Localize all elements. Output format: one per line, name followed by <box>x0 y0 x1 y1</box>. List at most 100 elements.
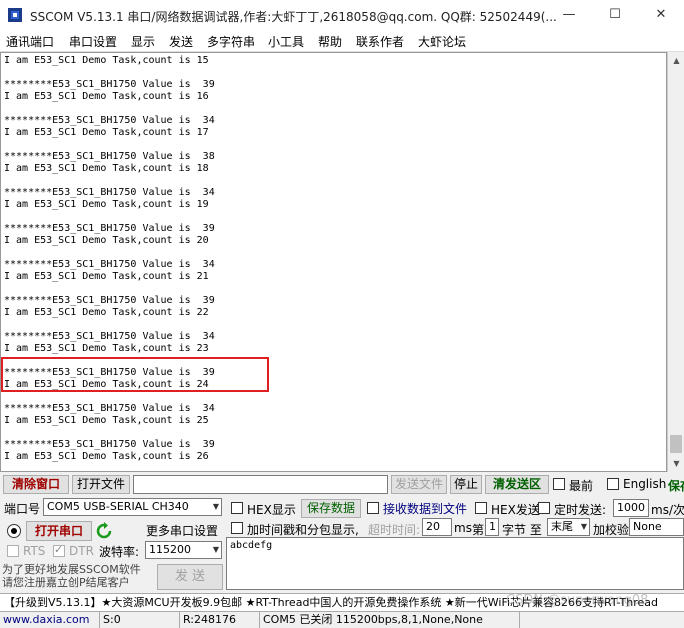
menu-port-settings[interactable]: 串口设置 <box>69 33 117 50</box>
file-path-input[interactable] <box>133 475 388 494</box>
menu-send[interactable]: 发送 <box>169 33 193 50</box>
receive-area[interactable]: I am E53_SC1 Demo Task,count is 15 ******… <box>0 52 667 472</box>
save-params-button[interactable]: 保存 <box>668 477 684 494</box>
terminal-line: ********E53_SC1_BH1750 Value is 34 <box>4 259 215 270</box>
terminal-line: I am E53_SC1 Demo Task,count is 20 <box>4 235 209 246</box>
scroll-thumb[interactable] <box>670 435 682 453</box>
recv-to-file-checkbox[interactable] <box>367 502 379 514</box>
send-button[interactable]: 发 送 <box>157 564 223 590</box>
timeout-input[interactable]: 20 <box>422 518 452 536</box>
stop-button[interactable]: 停止 <box>450 475 482 494</box>
send-textarea[interactable]: abcdefg <box>226 537 684 590</box>
timed-send-checkbox[interactable] <box>538 502 550 514</box>
port-select[interactable]: COM5 USB-SERIAL CH340 ▼ <box>43 498 222 516</box>
status-bar: www.daxia.com S:0 R:248176 COM5 已关闭 1152… <box>0 611 684 628</box>
terminal-line: ********E53_SC1_BH1750 Value is 39 <box>4 295 215 306</box>
dtr-label: DTR <box>69 544 94 558</box>
more-settings-link[interactable]: 更多串口设置 <box>146 522 218 539</box>
baud-select[interactable]: 115200 ▼ <box>145 541 222 559</box>
minimize-button[interactable]: — <box>546 0 592 30</box>
highlight-box <box>1 357 269 392</box>
save-data-button[interactable]: 保存数据 <box>301 499 361 518</box>
menu-help[interactable]: 帮助 <box>318 33 342 50</box>
ad-line-2: 请您注册嘉立创P结尾客户 <box>2 576 130 589</box>
open-port-button[interactable]: 打开串口 <box>26 521 92 541</box>
scroll-down-icon[interactable]: ▼ <box>668 455 684 472</box>
terminal-line: ********E53_SC1_BH1750 Value is 38 <box>4 151 215 162</box>
status-url-link[interactable]: www.daxia.com <box>0 612 100 628</box>
end-select-value: 末尾 <box>551 520 573 533</box>
terminal-line: ********E53_SC1_BH1750 Value is 39 <box>4 223 215 234</box>
menu-display[interactable]: 显示 <box>131 33 155 50</box>
baud-label: 波特率: <box>99 545 140 559</box>
port-select-value: COM5 USB-SERIAL CH340 <box>47 500 189 513</box>
terminal-line: ********E53_SC1_BH1750 Value is 34 <box>4 331 215 342</box>
terminal-line: ********E53_SC1_BH1750 Value is 39 <box>4 79 215 90</box>
english-checkbox[interactable] <box>607 478 619 490</box>
clear-window-button[interactable]: 清除窗口 <box>3 475 69 494</box>
timeout-unit: ms <box>454 521 472 535</box>
menu-multi-string[interactable]: 多字符串 <box>207 33 255 50</box>
checksum-label: 加校验 <box>593 523 630 537</box>
ad-line-1: 为了更好地发展SSCOM软件 <box>2 563 141 576</box>
dtr-checkbox[interactable] <box>53 543 65 557</box>
terminal-line: I am E53_SC1 Demo Task,count is 16 <box>4 91 209 102</box>
terminal-line: I am E53_SC1 Demo Task,count is 15 <box>4 55 209 66</box>
timestamp-label: 加时间戳和分包显示, <box>247 523 359 537</box>
receive-scrollbar[interactable]: ▲ ▼ <box>667 52 684 472</box>
hex-display-label: HEX显示 <box>247 503 296 517</box>
window-title: SSCOM V5.13.1 串口/网络数据调试器,作者:大虾丁丁,2618058… <box>30 10 557 24</box>
checksum-select-value: None <box>633 520 662 533</box>
menu-tools[interactable]: 小工具 <box>268 33 304 50</box>
topmost-label: 最前 <box>569 479 594 493</box>
topmost-checkbox[interactable] <box>553 478 565 490</box>
timed-send-label: 定时发送: <box>554 503 607 517</box>
hex-display-checkbox[interactable] <box>231 502 243 514</box>
chevron-down-icon: ▼ <box>580 522 587 531</box>
english-label: English <box>623 477 667 491</box>
terminal-line: I am E53_SC1 Demo Task,count is 25 <box>4 415 209 426</box>
csdn-watermark: CSDN @superwang08 <box>506 593 649 608</box>
interval-unit: ms/次 <box>651 503 684 517</box>
send-file-button[interactable]: 发送文件 <box>391 475 447 494</box>
terminal-line: I am E53_SC1 Demo Task,count is 22 <box>4 307 209 318</box>
nth-label: 第 <box>472 523 485 537</box>
close-button[interactable]: ✕ <box>638 0 684 30</box>
rts-checkbox[interactable] <box>7 545 19 557</box>
terminal-line: I am E53_SC1 Demo Task,count is 17 <box>4 127 209 138</box>
title-bar: SSCOM V5.13.1 串口/网络数据调试器,作者:大虾丁丁,2618058… <box>0 0 684 30</box>
terminal-line: I am E53_SC1 Demo Task,count is 21 <box>4 271 209 282</box>
timestamp-checkbox[interactable] <box>231 522 243 534</box>
recv-to-file-label[interactable]: 接收数据到文件 <box>383 500 467 517</box>
terminal-line: I am E53_SC1 Demo Task,count is 19 <box>4 199 209 210</box>
terminal-line: I am E53_SC1 Demo Task,count is 18 <box>4 163 209 174</box>
interval-input[interactable]: 1000 <box>613 499 649 517</box>
status-sent-count: S:0 <box>100 612 180 628</box>
menu-bar: 通讯端口 串口设置 显示 发送 多字符串 小工具 帮助 联系作者 大虾论坛 <box>0 30 684 52</box>
chevron-down-icon: ▼ <box>212 502 219 511</box>
clear-send-button[interactable]: 清发送区 <box>485 475 549 494</box>
menu-comm-port[interactable]: 通讯端口 <box>6 33 54 50</box>
register-ad-text[interactable]: 为了更好地发展SSCOM软件 请您注册嘉立创P结尾客户 <box>2 563 142 589</box>
terminal-line: ********E53_SC1_BH1750 Value is 34 <box>4 115 215 126</box>
end-select[interactable]: 末尾 ▼ <box>547 518 590 536</box>
port-status-indicator <box>7 524 21 538</box>
hex-send-checkbox[interactable] <box>475 502 487 514</box>
scroll-up-icon[interactable]: ▲ <box>668 52 684 69</box>
chevron-down-icon: ▼ <box>212 545 219 554</box>
menu-forum[interactable]: 大虾论坛 <box>418 33 466 50</box>
sscom-app-icon <box>8 8 22 22</box>
maximize-button[interactable]: ☐ <box>592 0 638 30</box>
menu-contact-author[interactable]: 联系作者 <box>356 33 404 50</box>
open-file-button[interactable]: 打开文件 <box>72 475 130 494</box>
refresh-icon[interactable] <box>95 522 113 540</box>
terminal-line: I am E53_SC1 Demo Task,count is 26 <box>4 451 209 462</box>
nth-input[interactable]: 1 <box>485 518 499 536</box>
timeout-label: 超时时间: <box>368 523 421 537</box>
baud-select-value: 115200 <box>149 543 191 556</box>
hex-send-label: HEX发送 <box>491 503 540 517</box>
status-port-state: COM5 已关闭 115200bps,8,1,None,None <box>260 612 520 628</box>
byte-to-label: 字节 至 <box>502 523 542 537</box>
checksum-select[interactable]: None <box>629 518 684 536</box>
terminal-line: ********E53_SC1_BH1750 Value is 34 <box>4 403 215 414</box>
